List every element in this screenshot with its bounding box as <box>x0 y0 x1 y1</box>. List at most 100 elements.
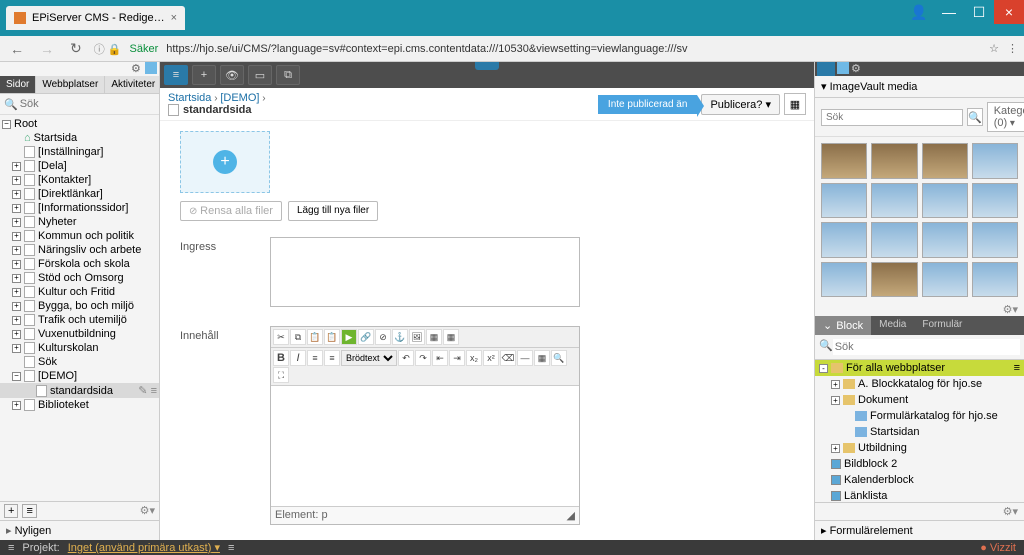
expand-handle[interactable] <box>475 62 499 70</box>
tree-node[interactable]: +Biblioteket <box>0 398 159 412</box>
iv-thumbnail[interactable] <box>871 183 917 219</box>
tree-node[interactable]: +Näringsliv och arbete <box>0 243 159 257</box>
number-list-icon[interactable]: ≡ <box>324 350 340 366</box>
iv-search-input[interactable] <box>821 109 963 126</box>
device-button[interactable]: ▭ <box>248 65 272 85</box>
copy-icon[interactable]: ⧉ <box>290 329 306 345</box>
insert-icon[interactable]: ▶ <box>341 329 357 345</box>
tree-node[interactable]: +Förskola och skola <box>0 257 159 271</box>
link-icon[interactable]: 🔗 <box>358 329 374 345</box>
recent-section[interactable]: ▸ Nyligen <box>0 520 159 540</box>
paste-text-icon[interactable]: 📋 <box>324 329 340 345</box>
crumb-link[interactable]: [DEMO] <box>220 92 259 104</box>
menu-icon[interactable]: ⋮ <box>1007 42 1018 55</box>
vizzit-badge[interactable]: Vizzit <box>980 542 1016 554</box>
hamburger-icon[interactable]: ≡ <box>164 65 188 85</box>
gear-icon[interactable]: ⚙▾ <box>815 502 1024 520</box>
iv-thumbnail[interactable] <box>972 143 1018 179</box>
view-mode-button[interactable]: ▦ <box>784 93 806 115</box>
gear-icon[interactable]: ⚙▾ <box>140 504 155 518</box>
italic-icon[interactable]: I <box>290 350 306 366</box>
source-icon[interactable]: ▦ <box>534 350 550 366</box>
tree-node[interactable]: +[Informationssidor] <box>0 201 159 215</box>
undo-icon[interactable]: ↶ <box>398 350 414 366</box>
iv-thumbnail[interactable] <box>922 262 968 298</box>
folder-icon[interactable] <box>817 62 835 76</box>
iv-thumbnail[interactable] <box>821 183 867 219</box>
tree-node[interactable]: ⌂Startsida <box>0 131 159 145</box>
preview-button[interactable]: 👁 <box>220 65 244 85</box>
tree-node[interactable]: +Kommun och politik <box>0 229 159 243</box>
media-icon[interactable]: ▦ <box>426 329 442 345</box>
pin-icon[interactable] <box>145 62 157 74</box>
gear-icon[interactable]: ⚙ <box>131 62 143 74</box>
clear-files-button[interactable]: ⊘ Rensa alla filer <box>180 201 282 221</box>
anchor-icon[interactable]: ⚓ <box>392 329 408 345</box>
project-selector[interactable]: Inget (använd primära utkast) ▾ <box>68 541 220 554</box>
add-files-button[interactable]: Lägg till nya filer <box>288 201 378 221</box>
tree-node[interactable]: Sök <box>0 355 159 369</box>
tree-node[interactable]: +[Dela] <box>0 159 159 173</box>
tree-node[interactable]: [Inställningar] <box>0 145 159 159</box>
block-node[interactable]: +A. Blockkatalog för hjo.se <box>815 376 1024 392</box>
clear-format-icon[interactable]: ⌫ <box>500 350 516 366</box>
tab-media[interactable]: Media <box>871 316 914 335</box>
tree-node[interactable]: +[Direktlänkar] <box>0 187 159 201</box>
tree-node[interactable]: −[DEMO] <box>0 369 159 383</box>
tab-sites[interactable]: Webbplatser <box>36 76 105 93</box>
rte-body[interactable] <box>271 386 579 506</box>
block-node[interactable]: +Utbildning <box>815 440 1024 456</box>
tree-root[interactable]: −Root <box>0 117 159 131</box>
gear-icon[interactable]: ⚙▾ <box>815 303 1024 316</box>
browser-tab[interactable]: EPiServer CMS - Redige… × <box>6 6 185 30</box>
sup-icon[interactable]: x² <box>483 350 499 366</box>
publish-button[interactable]: Publicera? ▾ <box>701 94 780 115</box>
iv-thumbnail[interactable] <box>972 183 1018 219</box>
tree-node[interactable]: +Bygga, bo och miljö <box>0 299 159 313</box>
paste-icon[interactable]: 📋 <box>307 329 323 345</box>
sub-icon[interactable]: x₂ <box>466 350 482 366</box>
block-node[interactable]: Kalenderblock <box>815 472 1024 488</box>
bold-icon[interactable]: B <box>273 350 289 366</box>
iv-thumbnail[interactable] <box>871 262 917 298</box>
tree-node[interactable]: +Kultur och Fritid <box>0 285 159 299</box>
unlink-icon[interactable]: ⊘ <box>375 329 391 345</box>
iv-categories-dropdown[interactable]: Kategorier (0) ▾ <box>987 102 1024 132</box>
style-select[interactable]: Brödtext <box>341 350 397 366</box>
tree-node[interactable]: +Kulturskolan <box>0 341 159 355</box>
tree-node[interactable]: +Nyheter <box>0 215 159 229</box>
menu-icon[interactable]: ≡ <box>8 542 14 554</box>
maximize-button[interactable]: ☐ <box>964 0 994 24</box>
tree-node[interactable]: +[Kontakter] <box>0 173 159 187</box>
outdent-icon[interactable]: ⇤ <box>432 350 448 366</box>
user-icon[interactable]: 👤 <box>904 0 934 24</box>
cut-icon[interactable]: ✂ <box>273 329 289 345</box>
forward-button[interactable]: → <box>36 41 58 57</box>
resize-handle-icon[interactable]: ◢ <box>567 509 575 522</box>
minimize-button[interactable]: — <box>934 0 964 24</box>
image-icon[interactable]: 🖼 <box>409 329 425 345</box>
reload-button[interactable]: ↻ <box>66 40 86 57</box>
tree-node[interactable]: +Vuxenutbildning <box>0 327 159 341</box>
add-button[interactable]: + <box>192 65 216 85</box>
iv-thumbnail[interactable] <box>871 143 917 179</box>
block-search-input[interactable] <box>833 339 1020 355</box>
tab-forms[interactable]: Formulär <box>914 316 970 335</box>
url-text[interactable]: https://hjo.se/ui/CMS/?language=sv#conte… <box>166 43 981 55</box>
file-upload-dropzone[interactable]: + <box>180 131 270 193</box>
tree-search-input[interactable] <box>18 96 164 112</box>
list-icon[interactable]: ≡ <box>228 542 234 554</box>
tab-activities[interactable]: Aktiviteter <box>105 76 162 93</box>
bookmark-icon[interactable]: ☆ <box>989 42 999 55</box>
tree-node[interactable]: standardsida✎ ≡ <box>0 383 159 398</box>
iv-thumbnail[interactable] <box>922 183 968 219</box>
iv-search-button[interactable]: 🔍 <box>967 108 983 126</box>
hr-icon[interactable]: — <box>517 350 533 366</box>
tree-node[interactable]: +Stöd och Omsorg <box>0 271 159 285</box>
iv-thumbnail[interactable] <box>922 222 968 258</box>
tab-block[interactable]: ⌄Block <box>815 316 871 335</box>
table-icon[interactable]: ▦ <box>443 329 459 345</box>
pin-icon[interactable] <box>837 62 849 74</box>
fullscreen-icon[interactable]: ⛶ <box>273 367 289 383</box>
block-node[interactable]: Formulärkatalog för hjo.se <box>815 408 1024 424</box>
